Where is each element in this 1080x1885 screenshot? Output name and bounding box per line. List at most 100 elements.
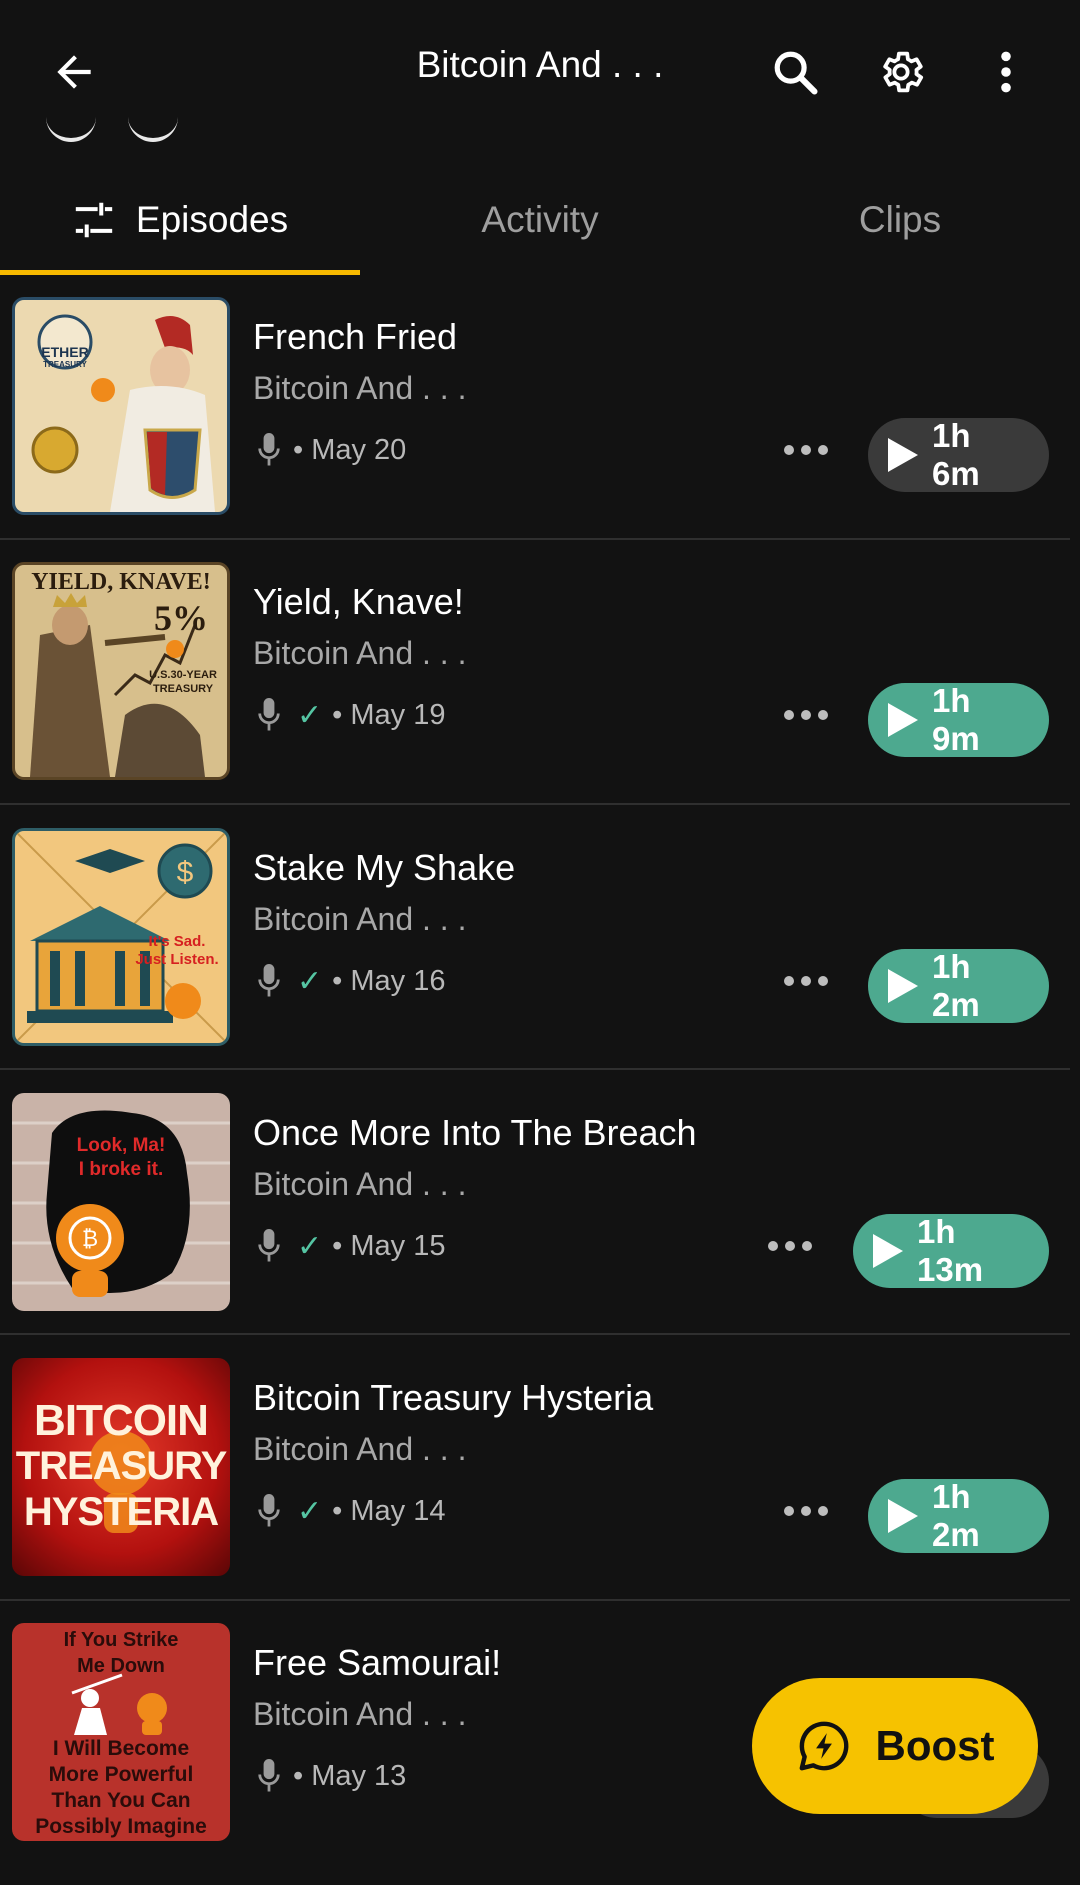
episode-row[interactable]: ₿ Look, Ma! I broke it. Once More Into T… (0, 1090, 1080, 1355)
play-button[interactable]: 1h 6m (868, 417, 1049, 492)
settings-button[interactable] (859, 30, 943, 114)
row-divider (0, 1068, 1070, 1070)
episode-title: Free Samourai! (253, 1642, 502, 1683)
episode-more-button[interactable] (776, 1491, 836, 1531)
active-tab-indicator (0, 270, 360, 275)
episode-artwork[interactable]: ₿ Look, Ma! I broke it. (12, 1093, 230, 1311)
play-icon (873, 1234, 903, 1268)
tab-episodes[interactable]: Episodes (0, 165, 360, 275)
episode-row[interactable]: $ It's Sad. Just Listen. Stake My Shake … (0, 825, 1080, 1090)
boost-label: Boost (875, 1722, 995, 1769)
microphone-icon (253, 1491, 285, 1531)
row-divider (0, 1333, 1070, 1335)
episode-title: Bitcoin Treasury Hysteria (253, 1377, 654, 1418)
episode-artwork[interactable]: BITCOIN TREASURY HYSTERIA (12, 1358, 230, 1576)
episode-meta: ✓ • May 14 (253, 1491, 445, 1531)
app-header: Bitcoin And . . . (0, 0, 1080, 142)
artwork-text: TREASURY (43, 360, 87, 369)
episode-more-button[interactable] (776, 961, 836, 1001)
microphone-icon (253, 1756, 285, 1796)
gear-icon (883, 51, 924, 93)
lightning-bubble-icon (796, 1718, 852, 1774)
episode-more-button[interactable] (776, 695, 836, 735)
artwork-text: It's Sad. (148, 933, 206, 950)
row-divider (0, 1599, 1070, 1601)
played-check-icon: ✓ (297, 1494, 323, 1528)
microphone-icon (253, 961, 285, 1001)
episode-date: • May 16 (332, 964, 446, 997)
microphone-icon (253, 430, 285, 470)
episode-title: French Fried (253, 316, 458, 357)
more-horizontal-icon (784, 710, 828, 720)
episode-artwork[interactable]: $ It's Sad. Just Listen. (12, 828, 230, 1046)
play-button[interactable]: 1h 2m (868, 948, 1049, 1023)
tab-label: Clips (858, 199, 942, 240)
episode-meta: ✓ • May 19 (253, 695, 445, 735)
more-horizontal-icon (784, 445, 828, 455)
played-check-icon: ✓ (297, 964, 323, 998)
episode-show-name: Bitcoin And . . . (253, 901, 467, 937)
episode-row[interactable]: ETHER TREASURY French Fried Bitcoin And … (0, 294, 1080, 559)
episode-duration: 1h 2m (932, 948, 980, 1023)
episode-meta: ✓ • May 15 (253, 1226, 445, 1266)
episode-artwork[interactable]: YIELD, KNAVE! 5% U.S.30-YEAR TREASURY (12, 562, 230, 780)
episode-duration: 1h 2m (932, 1478, 980, 1553)
artwork-text: I broke it. (78, 1159, 164, 1180)
back-button[interactable] (32, 30, 116, 114)
avatar (128, 108, 178, 142)
episode-show-name: Bitcoin And . . . (253, 635, 467, 671)
artwork-text: HYSTERIA (23, 1490, 219, 1534)
artwork-text: TREASURY (15, 1444, 228, 1488)
tab-activity[interactable]: Activity (360, 165, 720, 275)
play-icon (888, 438, 918, 472)
tab-bar: Episodes Activity Clips (0, 165, 1080, 275)
play-icon (888, 1499, 918, 1533)
artwork-text: Me Down (77, 1655, 165, 1677)
play-icon (888, 969, 918, 1003)
episode-show-name: Bitcoin And . . . (253, 370, 467, 406)
played-check-icon: ✓ (297, 1229, 323, 1263)
more-horizontal-icon (768, 1241, 812, 1251)
episode-more-button[interactable] (760, 1226, 820, 1266)
episode-artwork[interactable]: If You Strike Me Down I Will Become More… (12, 1623, 230, 1841)
episode-duration: 1h 6m (932, 417, 980, 492)
episode-row[interactable]: YIELD, KNAVE! 5% U.S.30-YEAR TREASURY Yi… (0, 559, 1080, 824)
episode-show-name: Bitcoin And . . . (253, 1696, 467, 1732)
episode-duration: 1h 9m (932, 682, 980, 757)
filter-sliders-icon[interactable] (72, 200, 116, 240)
tab-label: Activity (481, 199, 599, 240)
artwork-text: Than You Can (51, 1789, 191, 1812)
search-icon (774, 51, 818, 95)
search-button[interactable] (753, 30, 837, 114)
play-button[interactable]: 1h 9m (868, 682, 1049, 757)
episode-date: • May 13 (293, 1759, 407, 1792)
artwork-text: YIELD, KNAVE! (31, 569, 211, 595)
artwork-text: U.S.30-YEAR (149, 669, 217, 681)
episode-row[interactable]: BITCOIN TREASURY HYSTERIA Bitcoin Treasu… (0, 1355, 1080, 1620)
microphone-icon (253, 695, 285, 735)
episode-duration: 1h 13m (917, 1213, 984, 1288)
more-horizontal-icon (784, 976, 828, 986)
more-options-button[interactable] (964, 30, 1048, 114)
play-button[interactable]: 1h 13m (853, 1213, 1049, 1288)
play-button[interactable]: 1h 2m (868, 1478, 1049, 1553)
svg-text:$: $ (177, 856, 194, 889)
boost-button[interactable]: Boost (752, 1678, 1038, 1814)
more-horizontal-icon (784, 1506, 828, 1516)
artwork-text: I Will Become (52, 1737, 190, 1760)
tab-clips[interactable]: Clips (720, 165, 1080, 275)
episode-show-name: Bitcoin And . . . (253, 1166, 467, 1202)
artwork-text: If You Strike (63, 1629, 179, 1651)
played-check-icon: ✓ (297, 698, 323, 732)
artwork-text: ETHER (41, 344, 89, 360)
episode-more-button[interactable] (776, 430, 836, 470)
episode-meta: • May 20 (253, 430, 406, 470)
tab-label: Episodes (135, 199, 289, 240)
arrow-left-icon (57, 55, 91, 89)
episode-artwork[interactable]: ETHER TREASURY (12, 297, 230, 515)
play-icon (888, 703, 918, 737)
avatar (46, 108, 96, 142)
page-title: Bitcoin And . . . (416, 44, 664, 85)
artwork-text: More Powerful (48, 1763, 194, 1786)
artwork-text: Look, Ma! (76, 1135, 166, 1156)
